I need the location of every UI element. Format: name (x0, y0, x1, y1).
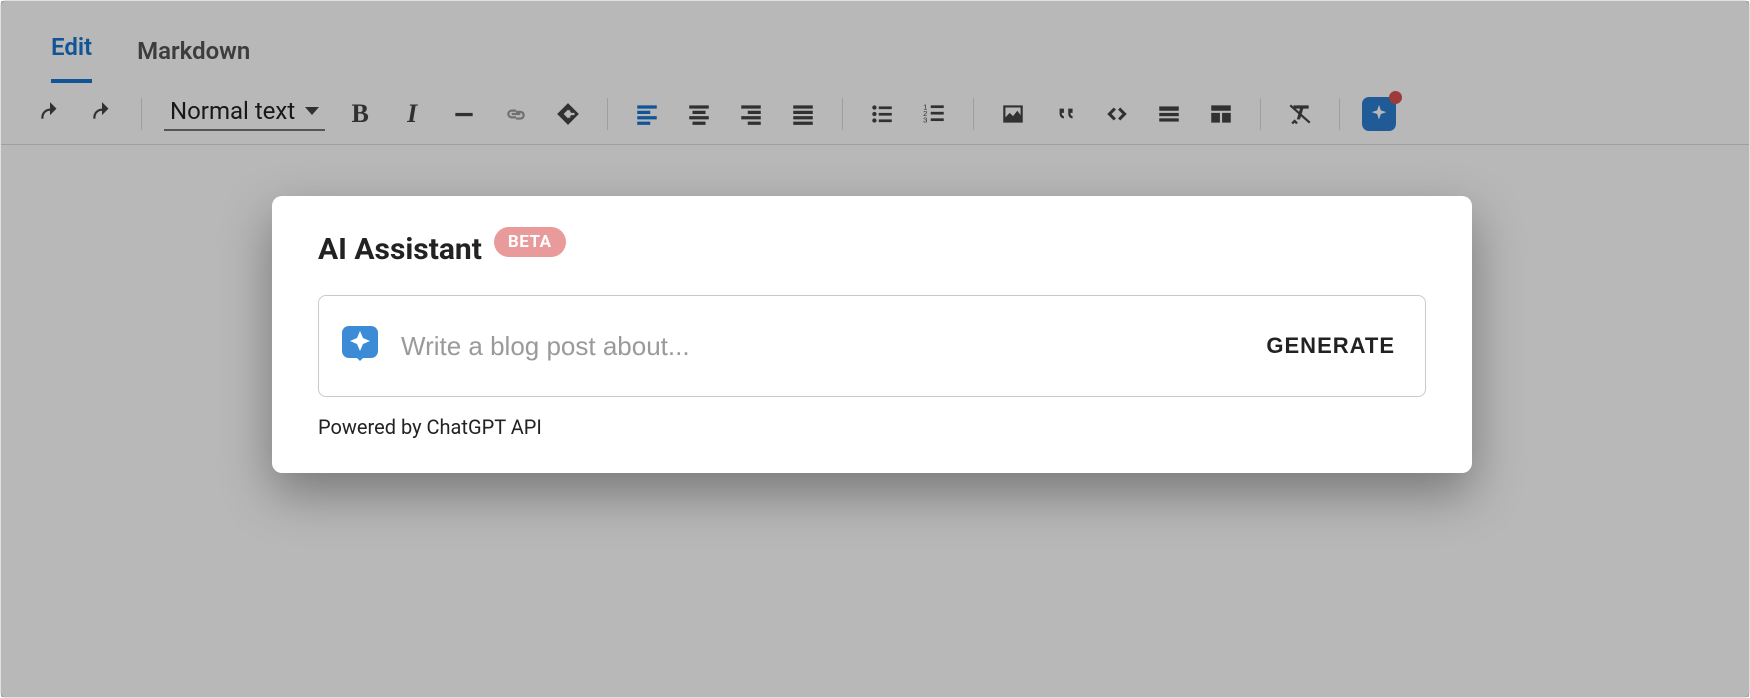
ai-sparkle-icon (339, 323, 381, 369)
ai-assistant-modal: AI Assistant BETA GENERATE Powered by Ch… (272, 196, 1472, 473)
powered-by-text: Powered by ChatGPT API (318, 415, 1426, 439)
prompt-input[interactable] (401, 331, 1246, 362)
beta-badge: BETA (494, 227, 566, 257)
editor-window: Edit Markdown Normal text B I 123 (0, 0, 1750, 698)
modal-title: AI Assistant (318, 232, 482, 267)
generate-button[interactable]: GENERATE (1266, 333, 1395, 359)
prompt-box: GENERATE (318, 295, 1426, 397)
modal-header: AI Assistant BETA (318, 232, 1426, 267)
